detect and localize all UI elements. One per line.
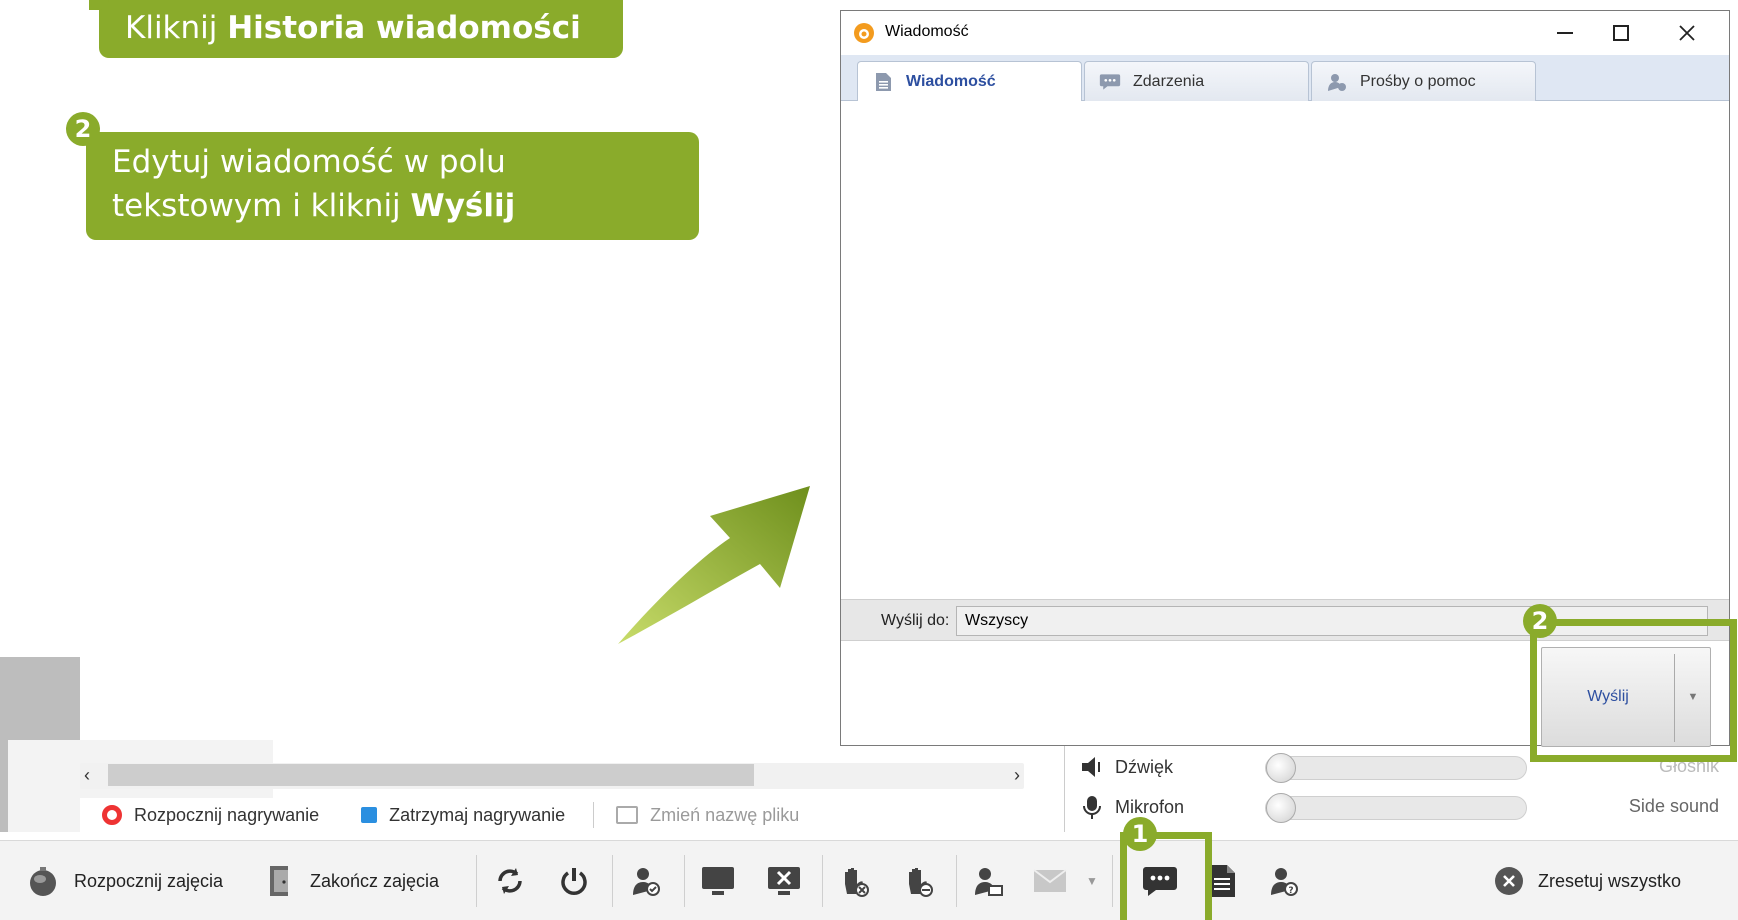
message-history-area[interactable] [841, 101, 1729, 599]
record-icon [102, 805, 122, 825]
user-help-icon[interactable]: ? [1266, 863, 1302, 899]
minimize-button[interactable] [1537, 11, 1593, 55]
tab-events-label: Zdarzenia [1133, 72, 1205, 90]
app-logo-icon [854, 23, 874, 43]
tab-message-label: Wiadomość [906, 73, 996, 90]
power-icon[interactable] [556, 863, 592, 899]
reset-all-button[interactable]: Zresetuj wszystko [1494, 841, 1681, 920]
callout-tick [89, 0, 109, 10]
scroll-thumb[interactable] [108, 764, 754, 786]
hand-remove-icon[interactable] [900, 863, 936, 899]
divider [612, 855, 613, 907]
close-icon [1679, 25, 1695, 41]
step-badge-1: 1 [1123, 817, 1157, 851]
divider [822, 855, 823, 907]
divider [684, 855, 685, 907]
divider [1112, 855, 1113, 907]
start-recording-label: Rozpocznij nagrywanie [134, 804, 320, 825]
divider [593, 802, 595, 828]
monitor-off-icon[interactable] [766, 863, 802, 899]
microphone-icon [1083, 796, 1101, 819]
callout-1-prefix: Kliknij [125, 10, 228, 46]
start-class-button[interactable]: Rozpocznij zajęcia [26, 841, 223, 920]
sound-slider[interactable] [1265, 753, 1527, 783]
divider [956, 855, 957, 907]
screenshot-root: Kliknij Historia wiadomości 2 Edytuj wia… [0, 0, 1738, 920]
monitor-icon[interactable] [700, 863, 736, 899]
hand-blocked-icon[interactable] [836, 863, 872, 899]
tab-help-requests-label: Prośby o pomoc [1360, 72, 1476, 90]
dialog-tabs: Wiadomość Zdarzenia Prośby o pomoc [841, 55, 1729, 102]
start-recording-button[interactable]: Rozpocznij nagrywanie [102, 805, 319, 826]
callout-step-1: Kliknij Historia wiadomości [89, 0, 623, 58]
callout-step-2: 2 Edytuj wiadomość w polu tekstowym i kl… [66, 112, 699, 240]
scroll-right-icon[interactable]: › [1014, 765, 1020, 786]
tab-events[interactable]: Zdarzenia [1084, 61, 1309, 101]
sound-label: Dźwięk [1115, 756, 1174, 777]
user-check-icon[interactable] [628, 863, 664, 899]
highlight-message-history: 1 [1120, 817, 1212, 920]
stop-icon [361, 807, 378, 823]
speech-bubble-icon [1099, 73, 1121, 90]
tab-help-requests[interactable]: Prośby o pomoc [1311, 61, 1536, 101]
slider-knob[interactable] [1266, 793, 1296, 823]
rename-icon [616, 806, 639, 824]
horizontal-scrollbar[interactable]: ‹ › [80, 763, 1024, 789]
speaker-icon [1082, 757, 1100, 777]
bell-icon [30, 867, 56, 896]
side-sound-label: Side sound [1628, 796, 1719, 816]
callout-2-line2: tekstowym i kliknij Wyślij [112, 184, 679, 228]
mic-slider[interactable] [1265, 793, 1527, 823]
step-badge-2: 2 [66, 112, 100, 146]
minimize-icon [1557, 32, 1573, 34]
close-button[interactable] [1659, 11, 1715, 55]
rename-file-label: Zmień nazwę pliku [650, 804, 800, 825]
divider [476, 855, 477, 907]
recording-controls: Rozpocznij nagrywanie Zatrzymaj nagrywan… [80, 798, 1024, 832]
dialog-title: Wiadomość [885, 23, 969, 40]
tab-message[interactable]: Wiadomość [857, 61, 1082, 102]
close-circle-icon [1495, 867, 1523, 895]
start-class-label: Rozpocznij zajęcia [74, 870, 224, 891]
dialog-titlebar: Wiadomość [841, 11, 1729, 55]
main-toolbar: Rozpocznij zajęcia Zakończ zajęcia ▼ ? Z… [0, 840, 1738, 920]
mic-label: Mikrofon [1115, 796, 1185, 817]
send-to-value: Wszyscy [965, 612, 1029, 629]
stop-recording-button[interactable]: Zatrzymaj nagrywanie [361, 805, 565, 826]
maximize-icon [1613, 25, 1629, 41]
slider-knob[interactable] [1266, 753, 1296, 783]
user-keyboard-icon[interactable] [970, 863, 1006, 899]
stop-recording-label: Zatrzymaj nagrywanie [389, 804, 566, 825]
document-icon [876, 73, 891, 91]
maximize-button[interactable] [1593, 11, 1649, 55]
rename-file-button[interactable]: Zmień nazwę pliku [616, 805, 799, 826]
highlight-send: 2 [1523, 604, 1737, 762]
svg-text:?: ? [1288, 886, 1293, 896]
send-to-label: Wyślij do: [881, 612, 950, 629]
mic-row: Mikrofon Side sound [1079, 790, 1738, 824]
callout-2-line1: Edytuj wiadomość w polu [112, 144, 506, 180]
callout-2-bold: Wyślij [410, 188, 516, 224]
scroll-left-icon[interactable]: ‹ [84, 765, 90, 786]
mail-icon[interactable] [1032, 863, 1068, 899]
pointer-arrow-icon [618, 486, 810, 644]
door-icon [270, 866, 288, 896]
callout-1-bold: Historia wiadomości [227, 10, 581, 46]
callout-2-prefix: tekstowym i kliknij [112, 188, 411, 224]
chevron-down-icon[interactable]: ▼ [1082, 863, 1102, 899]
end-class-button[interactable]: Zakończ zajęcia [266, 841, 439, 920]
help-user-icon [1328, 73, 1346, 91]
reset-all-label: Zresetuj wszystko [1538, 870, 1682, 891]
end-class-label: Zakończ zajęcia [310, 870, 440, 891]
refresh-icon[interactable] [492, 863, 528, 899]
step-badge-2: 2 [1523, 604, 1557, 638]
